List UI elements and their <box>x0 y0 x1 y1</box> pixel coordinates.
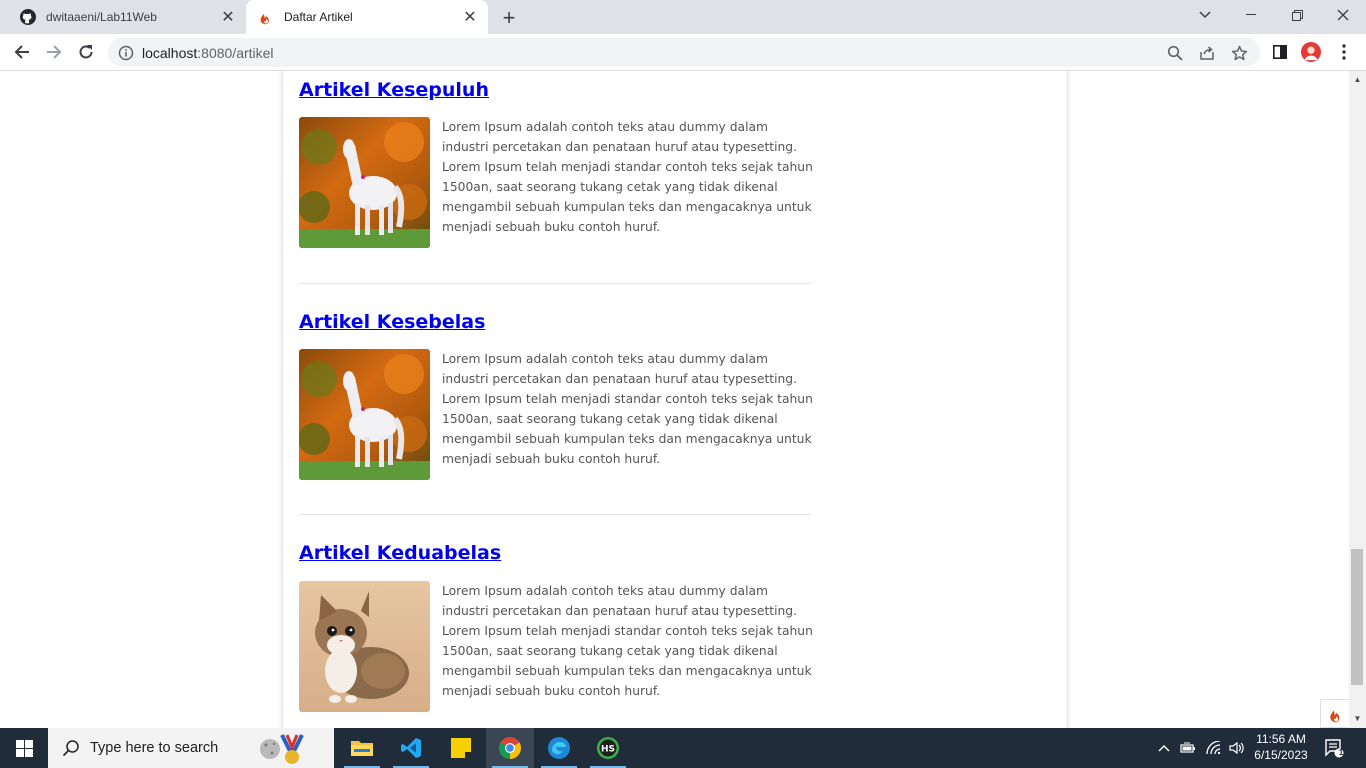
start-button[interactable] <box>0 728 48 768</box>
article-divider <box>299 283 811 284</box>
side-panel-icon[interactable] <box>1270 42 1290 62</box>
vscode-app[interactable] <box>387 728 435 768</box>
folder-icon <box>351 741 373 756</box>
chrome-icon <box>499 737 521 759</box>
back-button[interactable] <box>8 38 36 66</box>
browser-toolbar: localhost:8080/artikel <box>0 34 1366 71</box>
back-arrow-icon <box>14 45 29 59</box>
codeigniter-flame-icon <box>1329 710 1339 722</box>
article-title: Artikel Kesepuluh <box>299 79 811 101</box>
bookmark-star-icon[interactable] <box>1230 44 1248 62</box>
kitten-photo <box>299 581 430 712</box>
taskbar-search-box[interactable]: Type here to search <box>48 728 334 768</box>
hotspot-shield-icon: HS <box>597 737 619 759</box>
horse-photo <box>299 349 430 480</box>
wifi-icon[interactable] <box>1204 728 1224 768</box>
close-window-button[interactable] <box>1320 0 1366 30</box>
minimize-button[interactable] <box>1228 0 1274 30</box>
reload-button[interactable] <box>72 38 100 66</box>
article-title-link[interactable]: Artikel Kesebelas <box>299 311 485 333</box>
search-icon <box>62 740 79 757</box>
article-excerpt: Lorem Ipsum adalah contoh teks atau dumm… <box>442 352 813 466</box>
windows-taskbar: Type here to search HS 11:56 AM 6/15/202… <box>0 728 1366 768</box>
address-bar[interactable]: localhost:8080/artikel <box>108 38 1260 67</box>
codeigniter-icon <box>260 14 269 25</box>
forward-button[interactable] <box>40 38 68 66</box>
new-tab-button[interactable]: + <box>496 5 522 31</box>
sticky-notes-icon <box>451 738 471 758</box>
reload-icon <box>79 45 93 59</box>
info-icon[interactable] <box>118 45 134 61</box>
clock-time: 11:56 AM <box>1256 732 1306 746</box>
tab-search-chevron-icon[interactable] <box>1182 0 1228 30</box>
page-scrollbar[interactable]: ▲ ▼ <box>1349 71 1366 728</box>
edge-icon <box>548 737 570 759</box>
svg-text:HS: HS <box>601 745 615 755</box>
search-highlight-medal-icon <box>260 734 304 764</box>
page-viewport: Artikel Kesepuluh Lorem Ipsum adalah con… <box>0 71 1366 728</box>
tab-title: dwitaaeni/Lab11Web <box>46 10 157 24</box>
browser-menu-icon[interactable] <box>1334 42 1354 62</box>
zoom-icon[interactable] <box>1166 44 1184 62</box>
url-text: localhost:8080/artikel <box>142 45 274 61</box>
restore-button[interactable] <box>1274 0 1320 30</box>
browser-tab-strip: dwitaaeni/Lab11Web ✕ Daftar Artikel ✕ + <box>0 0 1366 34</box>
search-placeholder: Type here to search <box>90 740 219 756</box>
notification-count: 1 <box>1338 748 1344 757</box>
article-excerpt: Lorem Ipsum adalah contoh teks atau dumm… <box>442 584 813 698</box>
tab-github[interactable]: dwitaaeni/Lab11Web ✕ <box>8 0 246 34</box>
close-tab-icon[interactable]: ✕ <box>216 5 240 29</box>
article-title-link[interactable]: Artikel Keduabelas <box>299 542 501 564</box>
article-title-link[interactable]: Artikel Kesepuluh <box>299 79 489 101</box>
close-tab-icon[interactable]: ✕ <box>458 5 482 29</box>
forward-arrow-icon <box>47 45 62 59</box>
tab-title: Daftar Artikel <box>284 10 353 24</box>
github-icon <box>20 9 36 25</box>
article-item: Artikel Kesepuluh Lorem Ipsum adalah con… <box>299 79 813 248</box>
scroll-down-arrow-icon[interactable]: ▼ <box>1353 714 1362 723</box>
article-item: Artikel Kesebelas Lorem Ipsum adalah con… <box>299 311 813 480</box>
url-host: localhost <box>142 44 198 61</box>
article-title: Artikel Kesebelas <box>299 311 811 333</box>
chrome-app[interactable] <box>486 728 534 768</box>
scrollbar-thumb[interactable] <box>1351 549 1363 685</box>
battery-icon[interactable] <box>1178 728 1198 768</box>
vscode-icon <box>401 738 421 758</box>
clock-date: 6/15/2023 <box>1254 748 1308 762</box>
share-icon[interactable] <box>1198 44 1216 62</box>
show-hidden-icons-chevron-icon[interactable] <box>1155 728 1173 768</box>
article-title: Artikel Keduabelas <box>299 542 811 564</box>
sticky-notes-app[interactable] <box>437 728 485 768</box>
horse-photo <box>299 117 430 248</box>
profile-avatar[interactable] <box>1301 42 1321 62</box>
edge-app[interactable] <box>535 728 583 768</box>
taskbar-clock[interactable]: 11:56 AM 6/15/2023 <box>1244 728 1318 768</box>
windows-logo-icon <box>15 739 33 757</box>
file-explorer-app[interactable] <box>338 728 386 768</box>
hotspot-app[interactable]: HS <box>584 728 632 768</box>
article-list-container: Artikel Kesepuluh Lorem Ipsum adalah con… <box>283 71 1067 728</box>
url-path: :8080/artikel <box>197 44 274 61</box>
scroll-up-arrow-icon[interactable]: ▲ <box>1353 75 1362 84</box>
article-excerpt: Lorem Ipsum adalah contoh teks atau dumm… <box>442 120 813 234</box>
tab-daftar-artikel[interactable]: Daftar Artikel ✕ <box>246 0 488 34</box>
codeigniter-debug-toolbar-button[interactable] <box>1320 699 1350 728</box>
article-divider <box>299 514 811 515</box>
article-item: Artikel Keduabelas Lorem Ipsum adalah co… <box>299 542 813 712</box>
notification-center-button[interactable]: 1 <box>1322 728 1346 768</box>
